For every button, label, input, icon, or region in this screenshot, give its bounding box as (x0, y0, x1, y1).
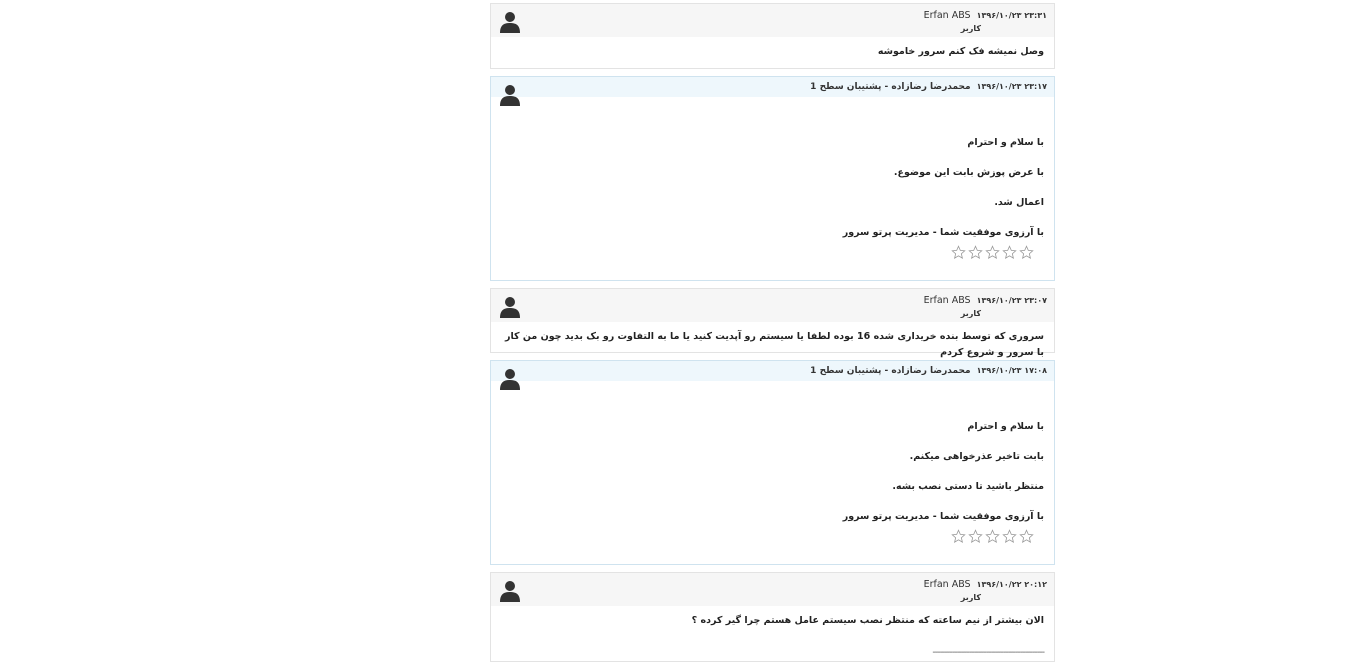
reply-text: بابت تاخیر عذرخواهی میکنم. (909, 451, 1044, 462)
star-outline-icon[interactable] (1019, 245, 1034, 260)
reply-date: ۱۳۹۶/۱۰/۲۲ ۲۰:۱۲ (976, 580, 1047, 589)
reply-text: وصل نمیشه فک کنم سرور خاموشه (877, 46, 1044, 57)
reply-date: ۱۳۹۶/۱۰/۲۳ ۲۳:۱۷ (976, 82, 1047, 91)
reply-meta: ۱۳۹۶/۱۰/۲۳ ۲۳:۱۷ محمدرضا رضازاده - پشتیب… (810, 82, 1047, 92)
reply-meta: ۱۳۹۶/۱۰/۲۳ ۲۳:۳۱ Erfan ABS (924, 10, 1047, 21)
star-outline-icon[interactable] (985, 529, 1000, 544)
user-avatar-icon (500, 297, 520, 318)
star-outline-icon[interactable] (1002, 245, 1017, 260)
reply-author: محمدرضا رضازاده - پشتیبان سطح 1 (810, 82, 971, 92)
star-outline-icon[interactable] (968, 245, 983, 260)
reply-text: سروری که توسط بنده خریداری شده 16 بوده ل… (504, 331, 1044, 358)
reply-staff: ۱۳۹۶/۱۰/۲۳ ۲۳:۱۷ محمدرضا رضازاده - پشتیب… (490, 76, 1055, 281)
reply-date: ۱۳۹۶/۱۰/۲۳ ۲۳:۰۷ (976, 296, 1047, 305)
reply-header: ۱۳۹۶/۱۰/۲۳ ۲۳:۳۱ Erfan ABS کاربر (491, 4, 1054, 37)
reply-date: ۱۳۹۶/۱۰/۲۳ ۲۳:۳۱ (976, 11, 1047, 20)
reply-divider-text: ----------------------------------------… (932, 647, 1045, 658)
reply-role: کاربر (960, 309, 981, 318)
reply-text: اعمال شد. (994, 197, 1044, 208)
reply-header: ۱۳۹۶/۱۰/۲۲ ۲۰:۱۲ Erfan ABS کاربر (491, 573, 1054, 606)
reply-meta: ۱۳۹۶/۱۰/۲۲ ۲۰:۱۲ Erfan ABS (924, 579, 1047, 590)
user-avatar-icon (500, 581, 520, 602)
star-outline-icon[interactable] (985, 245, 1000, 260)
reply-signature: با آرزوی موفقیت شما - مدیریت پرتو سرور (842, 511, 1044, 522)
reply-role: کاربر (960, 593, 981, 602)
user-avatar-icon (500, 85, 520, 106)
reply-rating (491, 245, 1054, 272)
reply-header: ۱۳۹۶/۱۰/۲۳ ۲۳:۱۷ محمدرضا رضازاده - پشتیب… (491, 77, 1054, 106)
reply-author: Erfan ABS (923, 295, 971, 306)
reply-role: کاربر (960, 24, 981, 33)
user-avatar-icon (500, 12, 520, 33)
reply-header: ۱۳۹۶/۱۰/۲۳ ۱۷:۰۸ محمدرضا رضازاده - پشتیب… (491, 361, 1054, 390)
reply-text: با عرض پوزش بابت این موضوع. (893, 167, 1044, 178)
reply-date: ۱۳۹۶/۱۰/۲۳ ۱۷:۰۸ (976, 366, 1047, 375)
star-outline-icon[interactable] (951, 529, 966, 544)
reply-user: ۱۳۹۶/۱۰/۲۳ ۲۳:۰۷ Erfan ABS کاربر سروری ک… (490, 288, 1055, 358)
reply-text: الان بیشتر از نیم ساعته که منتظر نصب سیس… (691, 615, 1044, 626)
reply-body: الان بیشتر از نیم ساعته که منتظر نصب سیس… (491, 606, 1054, 668)
reply-header: ۱۳۹۶/۱۰/۲۳ ۲۳:۰۷ Erfan ABS کاربر (491, 289, 1054, 322)
reply-text: با سلام و احترام (967, 137, 1044, 148)
reply-rating (491, 529, 1054, 556)
user-avatar-icon (500, 369, 520, 390)
reply-text: منتظر باشید تا دستی نصب بشه. (892, 481, 1044, 492)
reply-meta: ۱۳۹۶/۱۰/۲۳ ۱۷:۰۸ محمدرضا رضازاده - پشتیب… (810, 366, 1047, 376)
star-outline-icon[interactable] (1019, 529, 1034, 544)
reply-staff: ۱۳۹۶/۱۰/۲۳ ۱۷:۰۸ محمدرضا رضازاده - پشتیب… (490, 360, 1055, 565)
reply-author: محمدرضا رضازاده - پشتیبان سطح 1 (810, 366, 971, 376)
reply-author: Erfan ABS (923, 579, 971, 590)
star-outline-icon[interactable] (951, 245, 966, 260)
reply-user: ۱۳۹۶/۱۰/۲۳ ۲۳:۳۱ Erfan ABS کاربر وصل نمی… (490, 3, 1055, 69)
reply-text: با سلام و احترام (967, 421, 1044, 432)
reply-body: وصل نمیشه فک کنم سرور خاموشه (491, 37, 1054, 67)
reply-meta: ۱۳۹۶/۱۰/۲۳ ۲۳:۰۷ Erfan ABS (924, 295, 1047, 306)
reply-user: ۱۳۹۶/۱۰/۲۲ ۲۰:۱۲ Erfan ABS کاربر الان بی… (490, 572, 1055, 662)
reply-author: Erfan ABS (923, 10, 971, 21)
ticket-replies: ۱۳۹۶/۱۰/۲۳ ۲۳:۳۱ Erfan ABS کاربر وصل نمی… (490, 3, 1055, 669)
star-outline-icon[interactable] (968, 529, 983, 544)
star-outline-icon[interactable] (1002, 529, 1017, 544)
reply-signature: با آرزوی موفقیت شما - مدیریت پرتو سرور (842, 227, 1044, 238)
reply-body: با سلام و احترام بابت تاخیر عذرخواهی میک… (491, 381, 1054, 525)
reply-body: با سلام و احترام با عرض پوزش بابت این مو… (491, 97, 1054, 241)
